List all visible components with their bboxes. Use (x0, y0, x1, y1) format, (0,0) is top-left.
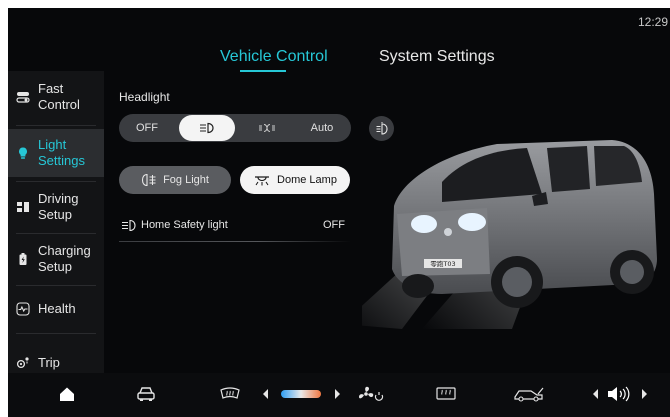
sidebar-item-label: Charging Setup (38, 243, 91, 274)
headlight-low-beam-option[interactable] (179, 115, 235, 141)
car-door-icon[interactable] (513, 385, 545, 403)
sidebar-item-charging-setup[interactable]: Charging Setup (8, 239, 104, 279)
health-pulse-icon (16, 302, 30, 316)
sidebar-item-label: Health (38, 301, 76, 316)
parking-light-icon (259, 124, 275, 132)
volume-down-icon[interactable] (592, 387, 600, 401)
sidebar-item-label: Light Settings (38, 137, 85, 168)
headlight-mode-selector: OFF Auto (119, 114, 351, 142)
home-safety-light-value: OFF (323, 219, 345, 231)
headlight-title: Headlight (119, 90, 170, 104)
dome-lamp-label: Dome Lamp (277, 174, 337, 186)
fog-light-label: Fog Light (163, 174, 209, 186)
status-time: 12:29 (637, 15, 668, 29)
sidebar-item-driving-setup[interactable]: Driving Setup (8, 187, 104, 227)
home-icon[interactable] (58, 385, 76, 403)
headlight-off-option[interactable]: OFF (127, 114, 167, 142)
divider (16, 333, 96, 334)
sidebar-item-light-settings[interactable]: Light Settings (8, 129, 104, 177)
headlight-auto-option[interactable]: Auto (301, 114, 343, 142)
vehicle-illustration: 零跑T03 (362, 140, 657, 329)
temperature-increase-icon[interactable] (333, 387, 341, 401)
volume-icon[interactable] (606, 385, 632, 403)
home-safety-light-label: Home Safety light (141, 219, 228, 231)
sidebar-item-label: Driving Setup (38, 191, 79, 222)
divider (16, 285, 96, 286)
battery-charge-icon (19, 253, 27, 265)
sidebar-item-label: Trip (38, 355, 60, 370)
screen: 12:29 Vehicle Control System Settings Fa… (8, 8, 670, 417)
home-safety-light-icon (122, 219, 136, 232)
headlight-parking-option[interactable] (245, 114, 289, 142)
home-safety-light-row[interactable]: Home Safety light OFF (119, 215, 351, 239)
steering-icon (17, 202, 29, 212)
location-icon (16, 357, 29, 369)
low-beam-icon (200, 122, 214, 134)
tab-system-settings[interactable]: System Settings (379, 48, 495, 66)
rear-defrost-icon[interactable] (219, 385, 241, 403)
divider (16, 125, 96, 126)
sidebar-item-fast-control[interactable]: Fast Control (8, 77, 104, 117)
sidebar-item-health[interactable]: Health (8, 293, 104, 325)
temperature-decrease-icon[interactable] (262, 387, 270, 401)
fog-light-icon (142, 173, 156, 187)
bulb-icon (19, 147, 27, 159)
dome-lamp-icon (255, 176, 270, 186)
fog-light-button[interactable]: Fog Light (119, 166, 231, 194)
divider (119, 241, 351, 242)
light-settings-panel: Headlight OFF Auto Fog Light Dome Lamp H… (104, 71, 670, 373)
divider (16, 181, 96, 182)
dome-lamp-button[interactable]: Dome Lamp (240, 166, 350, 194)
license-plate: 零跑T03 (430, 259, 455, 268)
car-icon[interactable] (136, 385, 156, 403)
sidebar-item-label: Fast Control (38, 81, 80, 112)
temperature-slider-icon[interactable] (281, 390, 331, 398)
divider (16, 233, 96, 234)
toggle-icon (16, 92, 30, 103)
fan-icon[interactable] (358, 385, 384, 403)
front-defrost-icon[interactable] (435, 385, 457, 403)
bottom-dock (8, 373, 670, 417)
sidebar: Fast Control Light Settings Driving Setu… (8, 71, 104, 373)
volume-up-icon[interactable] (640, 387, 648, 401)
tab-vehicle-control[interactable]: Vehicle Control (220, 48, 328, 66)
